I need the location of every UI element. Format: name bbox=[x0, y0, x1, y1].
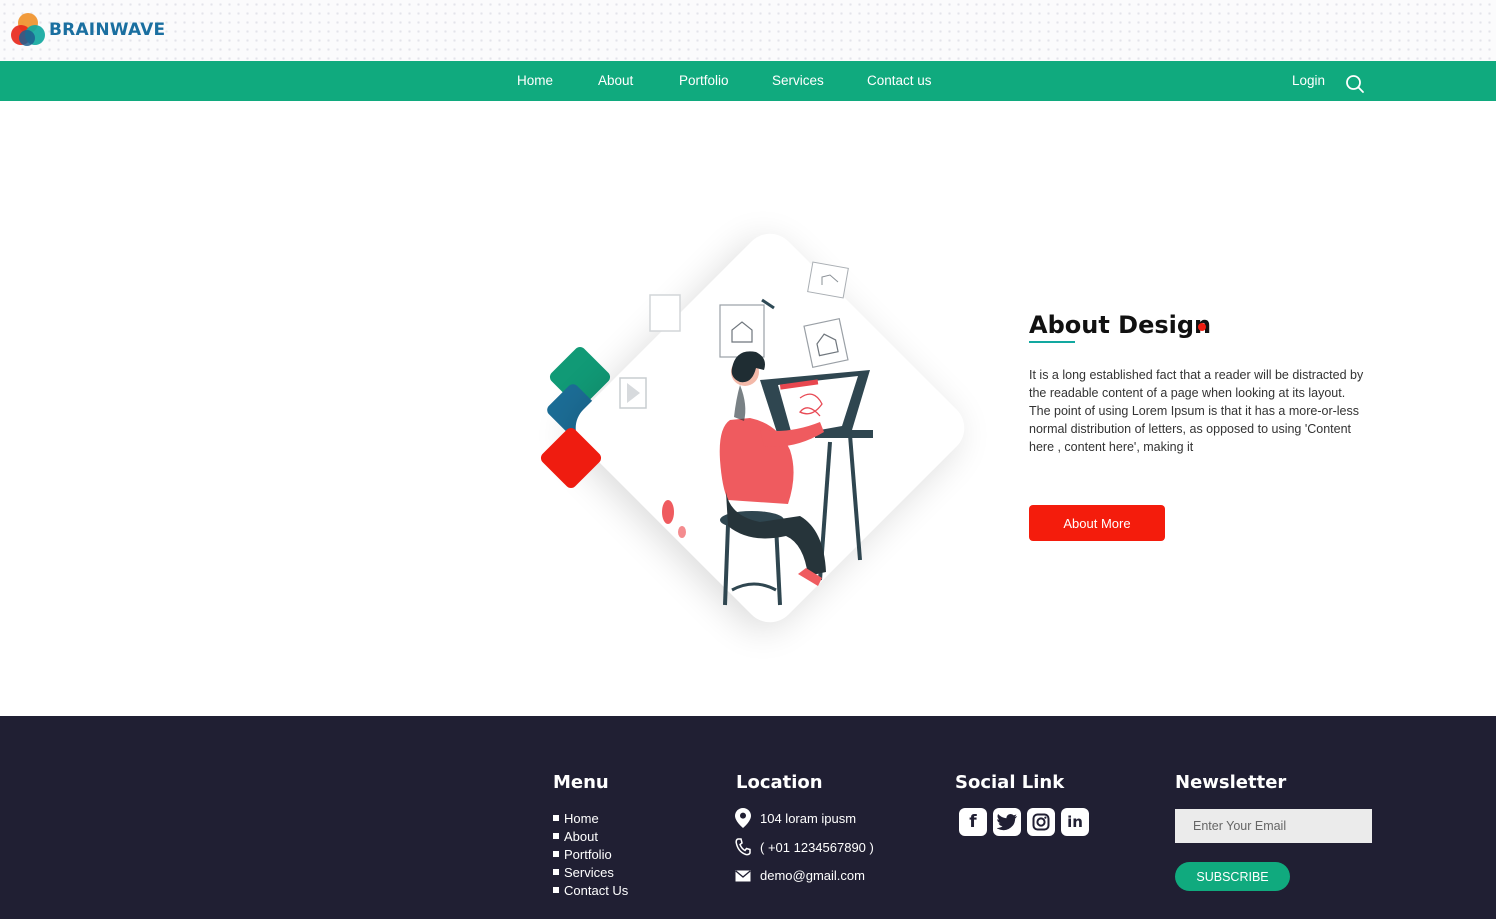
about-more-button[interactable]: About More bbox=[1029, 505, 1165, 541]
nav-item-portfolio[interactable]: Portfolio bbox=[679, 73, 729, 88]
bullet-icon bbox=[553, 869, 559, 875]
facebook-icon[interactable]: f bbox=[959, 808, 987, 836]
footer-menu-label: Contact Us bbox=[564, 882, 629, 898]
email-text[interactable]: demo@gmail.com bbox=[760, 868, 865, 883]
bullet-icon bbox=[553, 815, 559, 821]
bullet-icon bbox=[553, 887, 559, 893]
nav-item-home[interactable]: Home bbox=[517, 73, 553, 88]
nav-item-services[interactable]: Services bbox=[772, 73, 824, 88]
designer-illustration bbox=[619, 261, 873, 606]
subscribe-button[interactable]: SUBSCRIBE bbox=[1175, 862, 1290, 891]
footer-social-heading: Social Link bbox=[955, 772, 1065, 793]
login-link[interactable]: Login bbox=[1292, 73, 1325, 88]
brand-logo[interactable]: BRAINWAVE bbox=[11, 13, 165, 47]
about-description: It is a long established fact that a rea… bbox=[1029, 368, 1364, 454]
main-nav: Home About Portfolio Services Contact us… bbox=[0, 61, 1496, 101]
map-pin-icon bbox=[735, 808, 751, 828]
social-links: f in bbox=[959, 808, 1095, 836]
footer-menu-label: Portfolio bbox=[564, 846, 612, 862]
footer-menu-heading: Menu bbox=[553, 772, 609, 793]
title-underline bbox=[1029, 341, 1075, 343]
top-bar: BRAINWAVE bbox=[0, 0, 1496, 61]
twitter-icon[interactable] bbox=[993, 808, 1021, 836]
nav-item-contact-us[interactable]: Contact us bbox=[867, 73, 932, 88]
bullet-icon bbox=[553, 851, 559, 857]
newsletter-email-input[interactable] bbox=[1175, 809, 1372, 843]
phone-text: ( +01 1234567890 ) bbox=[760, 839, 874, 855]
bullet-icon bbox=[553, 833, 559, 839]
address-text: 104 loram ipusm bbox=[760, 810, 857, 826]
footer-menu-item-portfolio[interactable]: Portfolio bbox=[553, 845, 628, 863]
title-dot-icon bbox=[1198, 323, 1206, 331]
nav-item-about[interactable]: About bbox=[598, 73, 633, 88]
brand-name: BRAINWAVE bbox=[49, 20, 166, 40]
logo-icon bbox=[11, 13, 47, 47]
location-address: 104 loram ipusm bbox=[735, 808, 856, 828]
footer-menu-item-services[interactable]: Services bbox=[553, 863, 628, 881]
footer-menu-list: Home About Portfolio Services Contact Us bbox=[553, 809, 628, 899]
location-email: demo@gmail.com bbox=[735, 868, 865, 883]
footer-menu-item-contact-us[interactable]: Contact Us bbox=[553, 881, 628, 899]
footer-menu-item-about[interactable]: About bbox=[553, 827, 628, 845]
mail-icon bbox=[735, 870, 751, 881]
footer-newsletter-heading: Newsletter bbox=[1175, 772, 1287, 793]
phone-icon bbox=[735, 838, 751, 856]
footer-location-heading: Location bbox=[736, 772, 823, 793]
footer-menu-label: Services bbox=[564, 864, 614, 880]
footer-menu-label: Home bbox=[564, 810, 599, 826]
search-icon[interactable] bbox=[1345, 74, 1365, 94]
footer-menu-item-home[interactable]: Home bbox=[553, 809, 628, 827]
location-phone: ( +01 1234567890 ) bbox=[735, 838, 874, 856]
footer-menu-label: About bbox=[564, 828, 598, 844]
about-title: About Design bbox=[1029, 311, 1212, 339]
linkedin-icon[interactable]: in bbox=[1061, 808, 1089, 836]
instagram-icon[interactable] bbox=[1027, 808, 1055, 836]
